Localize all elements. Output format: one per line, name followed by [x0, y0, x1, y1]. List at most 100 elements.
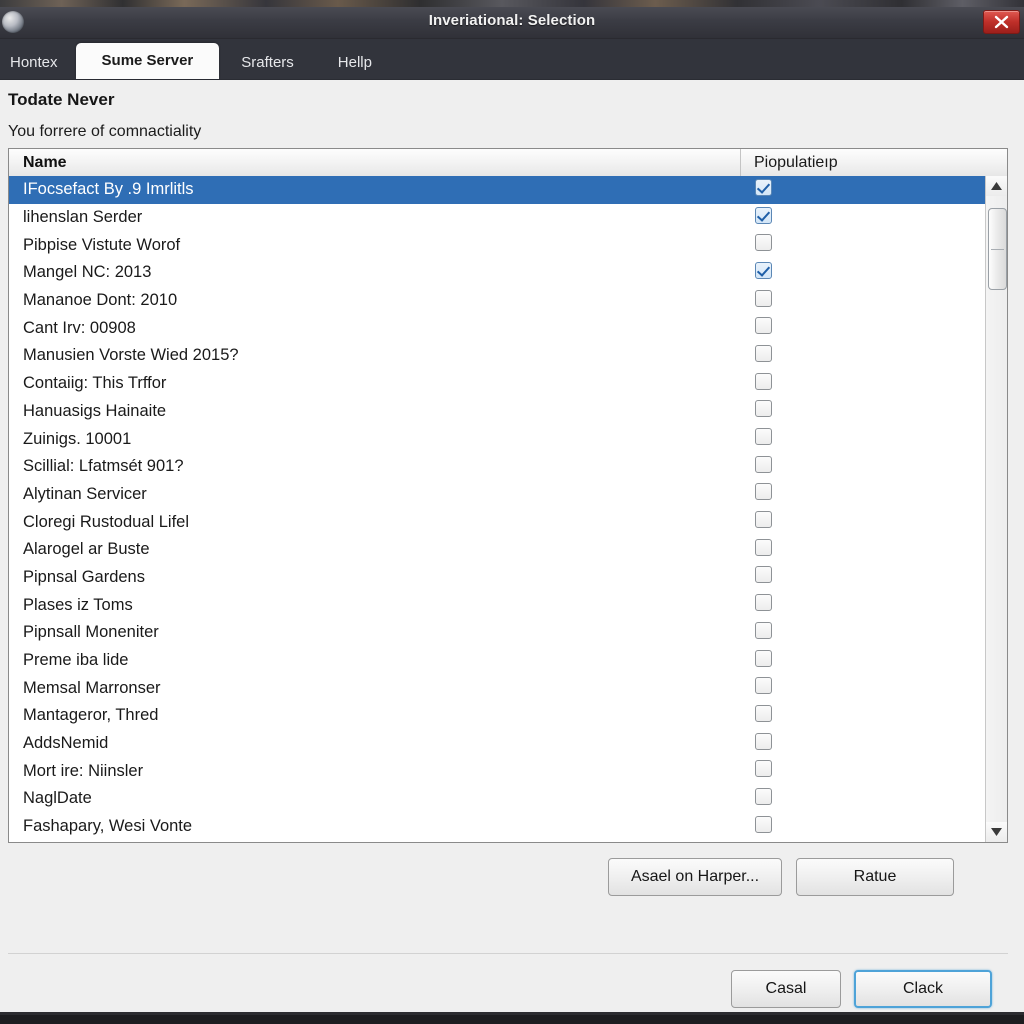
scroll-up-button[interactable]	[986, 176, 1007, 196]
scroll-down-button[interactable]	[986, 822, 1007, 842]
checkbox-unchecked-icon[interactable]	[755, 289, 772, 307]
row-name-label: Pibpise Vistute Worof	[23, 235, 181, 254]
row-checkbox-cell[interactable]	[741, 511, 985, 533]
checkbox-unchecked-icon[interactable]	[755, 483, 772, 501]
row-checkbox-cell[interactable]	[741, 455, 985, 478]
row-name-label: Memsal Marronser	[23, 678, 161, 697]
table-row[interactable]: Plases iz Toms	[9, 591, 985, 619]
table-row[interactable]: Pibpise Vistute Worof	[9, 231, 985, 259]
row-checkbox-cell[interactable]	[741, 400, 985, 422]
table-row[interactable]: Mangel NC: 2013	[9, 259, 985, 287]
row-name-label: Cant Irv: 00908	[23, 318, 136, 337]
row-checkbox-cell[interactable]	[741, 372, 985, 395]
table-row[interactable]: Manusien Vorste Wied 2015?	[9, 342, 985, 370]
row-checkbox-cell[interactable]	[741, 704, 985, 727]
row-checkbox-cell[interactable]	[741, 483, 985, 505]
row-name-label: Contaiig: This Trffor	[23, 374, 167, 393]
table-row[interactable]: NaglDate	[9, 785, 985, 813]
checkbox-unchecked-icon[interactable]	[755, 511, 772, 529]
checkbox-unchecked-icon[interactable]	[755, 317, 772, 335]
row-checkbox-cell[interactable]	[741, 538, 985, 561]
checkbox-unchecked-icon[interactable]	[755, 372, 772, 390]
window-title: Inveriational: Selection	[428, 12, 596, 29]
row-checkbox-cell[interactable]	[741, 178, 985, 201]
checkbox-unchecked-icon[interactable]	[755, 787, 772, 805]
checkbox-unchecked-icon[interactable]	[755, 649, 772, 667]
checkbox-unchecked-icon[interactable]	[755, 704, 772, 722]
close-button[interactable]	[983, 10, 1020, 34]
checkbox-unchecked-icon[interactable]	[755, 732, 772, 750]
assign-button[interactable]: Asael on Harper...	[608, 858, 782, 896]
checkbox-unchecked-icon[interactable]	[755, 760, 772, 778]
table-row[interactable]: Mort ire: Niinsler	[9, 757, 985, 785]
checkbox-unchecked-icon[interactable]	[755, 566, 772, 584]
table-row[interactable]: Cloregi Rustodual Lifel	[9, 508, 985, 536]
checkbox-checked-icon[interactable]	[755, 261, 772, 279]
table-row[interactable]: Preme iba lide	[9, 647, 985, 675]
checkbox-unchecked-icon[interactable]	[755, 234, 772, 252]
dialog-footer-buttons: Casal Clack	[0, 970, 1008, 1008]
table-row[interactable]: Zuinigs. 10001	[9, 425, 985, 453]
table-row[interactable]: Pipnsall Moneniter	[9, 619, 985, 647]
checkbox-unchecked-icon[interactable]	[755, 677, 772, 695]
title-bar: Inveriational: Selection	[0, 7, 1024, 39]
row-checkbox-cell[interactable]	[741, 566, 985, 588]
checkbox-unchecked-icon[interactable]	[755, 538, 772, 556]
row-checkbox-cell[interactable]	[741, 234, 985, 256]
table-row[interactable]: Memsal Marronser	[9, 674, 985, 702]
row-checkbox-cell[interactable]	[741, 621, 985, 644]
row-checkbox-cell[interactable]	[741, 649, 985, 672]
chevron-down-icon	[991, 828, 1002, 836]
table-row[interactable]: Contaiig: This Trffor	[9, 370, 985, 398]
row-checkbox-cell[interactable]	[741, 344, 985, 367]
table-row[interactable]: AddsNemid	[9, 730, 985, 758]
table-row[interactable]: Mantageror, Thred	[9, 702, 985, 730]
table-row[interactable]: Scillial: Lfatmsét 901?	[9, 453, 985, 481]
table-row[interactable]: Mananoe Dont: 2010	[9, 287, 985, 315]
row-checkbox-cell[interactable]	[741, 815, 985, 838]
row-checkbox-cell[interactable]	[741, 428, 985, 450]
row-checkbox-cell[interactable]	[741, 594, 985, 616]
scrollbar-thumb[interactable]	[988, 208, 1007, 290]
tab-sume-server[interactable]: Sume Server	[75, 43, 220, 79]
table-row[interactable]: Alarogel ar Buste	[9, 536, 985, 564]
checkbox-unchecked-icon[interactable]	[755, 594, 772, 612]
row-checkbox-cell[interactable]	[741, 317, 985, 339]
tab-hellp[interactable]: Hellp	[316, 46, 394, 79]
checkbox-unchecked-icon[interactable]	[755, 428, 772, 446]
checkbox-unchecked-icon[interactable]	[755, 344, 772, 362]
tab-hontex[interactable]: Hontex	[0, 46, 76, 79]
tab-bar: Hontex Sume Server Srafters Hellp	[0, 39, 1024, 80]
table-row[interactable]: Alytinan Servicer	[9, 481, 985, 509]
table-row[interactable]: Cant Irv: 00908	[9, 314, 985, 342]
table-row[interactable]: Pipnsal Gardens	[9, 564, 985, 592]
table-row[interactable]: lihenslan Serder	[9, 204, 985, 232]
checkbox-unchecked-icon[interactable]	[755, 455, 772, 473]
row-checkbox-cell[interactable]	[741, 261, 985, 284]
checkbox-checked-icon[interactable]	[755, 178, 772, 196]
table-row[interactable]: IFocsefact By .9 Imrlitls	[9, 176, 985, 204]
row-name-label: Mantageror, Thred	[23, 706, 159, 725]
page-title: Todate Never	[8, 90, 115, 109]
checkbox-unchecked-icon[interactable]	[755, 621, 772, 639]
row-checkbox-cell[interactable]	[741, 787, 985, 810]
column-header-name[interactable]: Name	[9, 149, 741, 176]
ok-button[interactable]: Clack	[854, 970, 992, 1008]
table-row[interactable]: Hanuasigs Hainaite	[9, 398, 985, 426]
cancel-button[interactable]: Casal	[731, 970, 841, 1008]
list-vertical-scrollbar[interactable]	[985, 176, 1007, 842]
row-checkbox-cell[interactable]	[741, 732, 985, 755]
row-checkbox-cell[interactable]	[741, 677, 985, 699]
row-checkbox-cell[interactable]	[741, 760, 985, 782]
column-header-population[interactable]: Piopulatieıp	[741, 149, 1007, 176]
dialog-window: Inveriational: Selection Hontex Sume Ser…	[0, 7, 1024, 1012]
row-name-label: Mangel NC: 2013	[23, 263, 152, 282]
table-row[interactable]: Fashapary, Wesi Vonte	[9, 813, 985, 841]
row-checkbox-cell[interactable]	[741, 206, 985, 229]
checkbox-unchecked-icon[interactable]	[755, 400, 772, 418]
tab-srafters[interactable]: Srafters	[219, 46, 316, 79]
row-checkbox-cell[interactable]	[741, 289, 985, 312]
checkbox-checked-icon[interactable]	[755, 206, 772, 224]
checkbox-unchecked-icon[interactable]	[755, 815, 772, 833]
ratue-button[interactable]: Ratue	[796, 858, 954, 896]
